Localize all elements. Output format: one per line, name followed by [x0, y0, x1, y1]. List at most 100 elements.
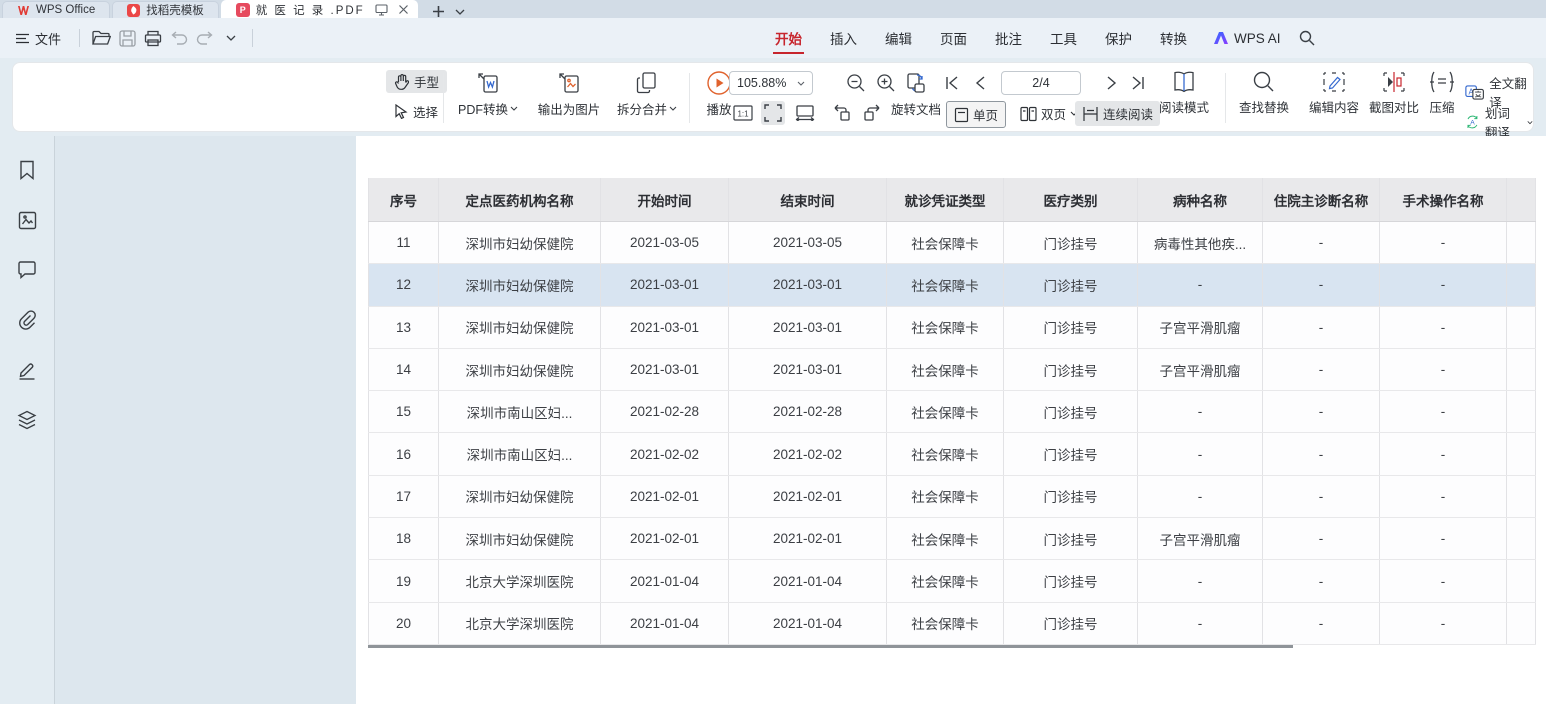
menu-protect[interactable]: 保护 — [1091, 20, 1146, 56]
wps-logo-icon — [17, 4, 30, 17]
fit-page-button[interactable] — [761, 101, 785, 125]
zoom-level-dropdown[interactable]: 105.88% — [729, 71, 813, 95]
close-tab-icon[interactable] — [398, 4, 409, 15]
table-cell: 社会保障卡 — [887, 264, 1004, 305]
play-label: 播放 — [706, 99, 731, 118]
page-number-input[interactable]: 2/4 — [1001, 71, 1081, 95]
last-page-button[interactable] — [1127, 71, 1149, 95]
open-file-button[interactable] — [88, 25, 114, 51]
table-cell: 子宫平滑肌瘤 — [1138, 349, 1263, 390]
table-cell: 深圳市妇幼保健院 — [439, 349, 601, 390]
table-cell: - — [1263, 349, 1380, 390]
tab-list-chevron-icon[interactable] — [455, 9, 465, 15]
select-tool-label: 选择 — [413, 102, 438, 121]
read-mode-button[interactable]: 阅读模式 — [1153, 70, 1215, 116]
table-cell: 社会保障卡 — [887, 476, 1004, 517]
comment-icon[interactable] — [15, 258, 39, 282]
attachment-icon[interactable] — [15, 308, 39, 332]
fit-width-button[interactable] — [793, 101, 817, 125]
divider — [689, 73, 690, 123]
table-cell: 社会保障卡 — [887, 222, 1004, 263]
table-cell: 2021-01-04 — [601, 603, 729, 644]
table-cell: - — [1380, 518, 1507, 559]
menu-search-icon[interactable] — [1299, 30, 1315, 46]
rotate-left-button[interactable] — [831, 101, 853, 125]
table-cell: 2021-03-05 — [729, 222, 887, 263]
menu-tools[interactable]: 工具 — [1036, 20, 1091, 56]
select-tool-button[interactable]: 选择 — [386, 100, 446, 123]
previous-page-button[interactable] — [969, 71, 991, 95]
split-merge-button[interactable]: 拆分合并 — [611, 70, 683, 118]
table-cell: 病种名称 — [1138, 178, 1263, 221]
table-cell: - — [1138, 264, 1263, 305]
table-cell: 深圳市妇幼保健院 — [439, 264, 601, 305]
export-image-button[interactable]: 输出为图片 — [529, 70, 609, 118]
tab-document-pdf[interactable]: P 就 医 记 录 .PDF — [221, 0, 418, 18]
table-cell: 2021-01-04 — [729, 560, 887, 601]
layers-icon[interactable] — [15, 408, 39, 432]
next-page-button[interactable] — [1101, 71, 1123, 95]
new-tab-icon[interactable] — [432, 5, 445, 18]
redo-button[interactable] — [192, 25, 218, 51]
pdf-convert-button[interactable]: PDF转换 — [451, 70, 525, 118]
menu-bar: 文件 开始 插入 编辑 页面 批注 工具 保护 转换 — [0, 18, 1546, 58]
table-cell: - — [1380, 391, 1507, 432]
wps-ai-button[interactable]: WPS AI — [1201, 23, 1293, 54]
table-cell: 北京大学深圳医院 — [439, 560, 601, 601]
page-indicator-value: 2/4 — [1032, 76, 1049, 90]
actual-size-button[interactable]: 1:1 — [731, 101, 755, 125]
table-cell: 门诊挂号 — [1004, 603, 1138, 644]
pdf-file-icon: P — [236, 3, 250, 17]
tab-docer-templates[interactable]: 找稻壳模板 — [112, 1, 219, 18]
menu-insert[interactable]: 插入 — [816, 20, 871, 56]
table-cell: 2021-01-04 — [601, 560, 729, 601]
menu-page[interactable]: 页面 — [926, 20, 981, 56]
tab-wps-office[interactable]: WPS Office — [2, 1, 110, 18]
thumbnail-icon[interactable] — [15, 208, 39, 232]
menu-home[interactable]: 开始 — [761, 20, 816, 56]
save-button[interactable] — [114, 25, 140, 51]
find-replace-button[interactable]: 查找替换 — [1231, 70, 1297, 116]
table-cell: - — [1380, 433, 1507, 474]
table-cell: 门诊挂号 — [1004, 433, 1138, 474]
present-window-icon[interactable] — [375, 4, 388, 16]
table-cell: 深圳市南山区妇... — [439, 433, 601, 474]
table-row: 14深圳市妇幼保健院2021-03-012021-03-01社会保障卡门诊挂号子… — [368, 349, 1536, 391]
table-cell: 16 — [368, 433, 439, 474]
table-cell: - — [1263, 560, 1380, 601]
edit-content-button[interactable]: 编辑内容 — [1301, 70, 1367, 116]
menu-convert[interactable]: 转换 — [1146, 20, 1201, 56]
signature-pen-icon[interactable] — [15, 358, 39, 382]
hand-icon — [394, 74, 409, 90]
more-actions-chevron-icon[interactable] — [218, 25, 244, 51]
print-button[interactable] — [140, 25, 166, 51]
table-cell: 19 — [368, 560, 439, 601]
menu-edit[interactable]: 编辑 — [871, 20, 926, 56]
table-cell: 2021-03-01 — [729, 307, 887, 348]
pdf-page[interactable]: 序号定点医药机构名称开始时间结束时间就诊凭证类型医疗类别病种名称住院主诊断名称手… — [356, 136, 1546, 704]
table-cell: 住院主诊断名称 — [1263, 178, 1380, 221]
split-merge-label: 拆分合并 — [617, 99, 667, 118]
table-cell: - — [1138, 391, 1263, 432]
compress-button[interactable]: 压缩 — [1421, 70, 1463, 116]
table-cell — [1507, 222, 1536, 263]
toolbar-strip: 手型 选择 PDF转换 输出为图片 — [0, 58, 1546, 136]
screenshot-compare-button[interactable]: 截图对比 — [1361, 70, 1427, 116]
undo-button[interactable] — [166, 25, 192, 51]
table-cell: 社会保障卡 — [887, 560, 1004, 601]
rotate-document-button[interactable]: 旋转文档 — [885, 70, 947, 118]
zoom-out-button[interactable] — [845, 71, 867, 95]
table-row: 19北京大学深圳医院2021-01-042021-01-04社会保障卡门诊挂号-… — [368, 560, 1536, 602]
file-menu-button[interactable]: 文件 — [0, 29, 71, 48]
table-cell: 12 — [368, 264, 439, 305]
svg-text:A: A — [1470, 120, 1475, 127]
rotate-right-button[interactable] — [861, 101, 883, 125]
hand-tool-button[interactable]: 手型 — [386, 70, 447, 93]
table-row: 18深圳市妇幼保健院2021-02-012021-02-01社会保障卡门诊挂号子… — [368, 518, 1536, 560]
menu-annotate[interactable]: 批注 — [981, 20, 1036, 56]
single-page-mode-button[interactable]: 单页 — [946, 101, 1006, 128]
divider — [443, 73, 444, 123]
continuous-reading-button[interactable]: 连续阅读 — [1075, 101, 1160, 126]
first-page-button[interactable] — [941, 71, 963, 95]
bookmark-icon[interactable] — [15, 158, 39, 182]
